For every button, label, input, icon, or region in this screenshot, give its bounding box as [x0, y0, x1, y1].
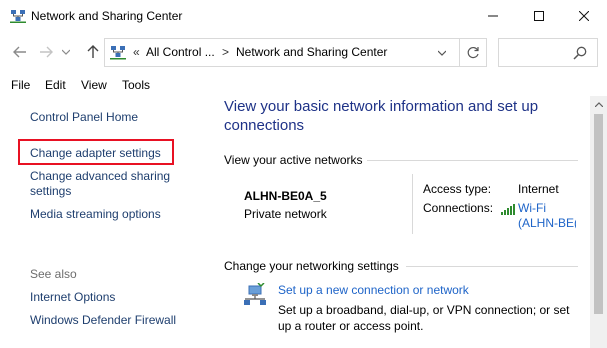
network-icon: [10, 10, 26, 23]
back-button[interactable]: [11, 43, 29, 61]
scroll-thumb[interactable]: [594, 114, 603, 314]
address-bar[interactable]: « All Control ... > Network and Sharing …: [104, 38, 487, 67]
navigation-bar: « All Control ... > Network and Sharing …: [0, 33, 607, 71]
up-button[interactable]: [84, 43, 102, 61]
see-also-heading: See also: [30, 267, 77, 281]
wifi-signal-icon: [501, 204, 515, 215]
address-overflow[interactable]: «: [133, 45, 140, 59]
sidebar-item-control-panel-home[interactable]: Control Panel Home: [30, 110, 138, 125]
setup-description-line1: Set up a broadband, dial-up, or VPN conn…: [278, 303, 570, 317]
access-type-label: Access type:: [423, 182, 492, 196]
section-divider: [367, 160, 578, 161]
sidebar-item-change-adapter-settings[interactable]: Change adapter settings: [30, 146, 161, 161]
minimize-button[interactable]: [470, 0, 516, 32]
sidebar-item-change-advanced-sharing[interactable]: Change advanced sharing: [30, 169, 170, 184]
breadcrumb-separator[interactable]: >: [222, 45, 229, 59]
address-dropdown-button[interactable]: [428, 39, 455, 66]
recent-locations-button[interactable]: [60, 43, 72, 61]
scroll-up-button[interactable]: [590, 96, 607, 113]
access-type-value: Internet: [518, 182, 559, 196]
sidebar: [0, 96, 216, 348]
new-connection-icon: [244, 283, 266, 305]
see-also-internet-options[interactable]: Internet Options: [30, 290, 115, 305]
control-panel-icon: [110, 46, 126, 60]
sidebar-item-change-advanced-sharing-line2[interactable]: settings: [30, 184, 71, 199]
menu-tools[interactable]: Tools: [122, 78, 150, 92]
close-button[interactable]: [561, 0, 607, 32]
wifi-connection-link-line2[interactable]: (ALHN-BE(: [518, 216, 576, 230]
breadcrumb-network-sharing[interactable]: Network and Sharing Center: [236, 45, 387, 59]
sidebar-item-media-streaming[interactable]: Media streaming options: [30, 207, 161, 222]
networking-settings-heading: Change your networking settings: [224, 259, 399, 273]
menu-file[interactable]: File: [11, 78, 30, 92]
refresh-button[interactable]: [459, 39, 486, 66]
maximize-button[interactable]: [516, 0, 562, 32]
close-icon: [579, 11, 589, 21]
active-networks-heading: View your active networks: [224, 153, 363, 167]
setup-description-line2: up a router or access point.: [278, 319, 424, 333]
up-arrow-icon: [87, 45, 99, 58]
page-title-line1: View your basic network information and …: [224, 98, 539, 115]
setup-description: Set up a broadband, dial-up, or VPN conn…: [278, 302, 578, 334]
minimize-icon: [488, 15, 498, 17]
wifi-connection-link[interactable]: Wi-Fi: [518, 201, 546, 215]
section-divider: [406, 266, 578, 267]
chevron-down-icon: [62, 49, 70, 55]
network-name: ALHN-BE0A_5: [244, 189, 327, 203]
setup-new-connection-link[interactable]: Set up a new connection or network: [278, 283, 469, 297]
connections-label: Connections:: [423, 201, 494, 215]
chevron-up-icon: [594, 102, 603, 107]
window-title: Network and Sharing Center: [31, 9, 183, 23]
breadcrumb-all-control-panel[interactable]: All Control ...: [146, 45, 215, 59]
menu-edit[interactable]: Edit: [45, 78, 66, 92]
menu-bar: File Edit View Tools: [0, 74, 607, 96]
vertical-scrollbar[interactable]: [590, 96, 607, 348]
search-box[interactable]: [498, 38, 598, 67]
forward-arrow-icon: [40, 46, 53, 58]
refresh-icon: [467, 46, 479, 59]
see-also-windows-firewall[interactable]: Windows Defender Firewall: [30, 313, 176, 328]
vertical-divider: [412, 174, 413, 234]
maximize-icon: [534, 11, 544, 21]
menu-view[interactable]: View: [81, 78, 107, 92]
title-bar: Network and Sharing Center: [0, 0, 607, 32]
forward-button[interactable]: [37, 43, 55, 61]
search-icon: [573, 46, 587, 60]
back-arrow-icon: [13, 46, 26, 58]
page-title: View your basic network information and …: [224, 97, 584, 135]
network-category: Private network: [244, 207, 327, 221]
chevron-down-icon: [437, 50, 446, 56]
page-title-line2: connections: [224, 117, 305, 134]
